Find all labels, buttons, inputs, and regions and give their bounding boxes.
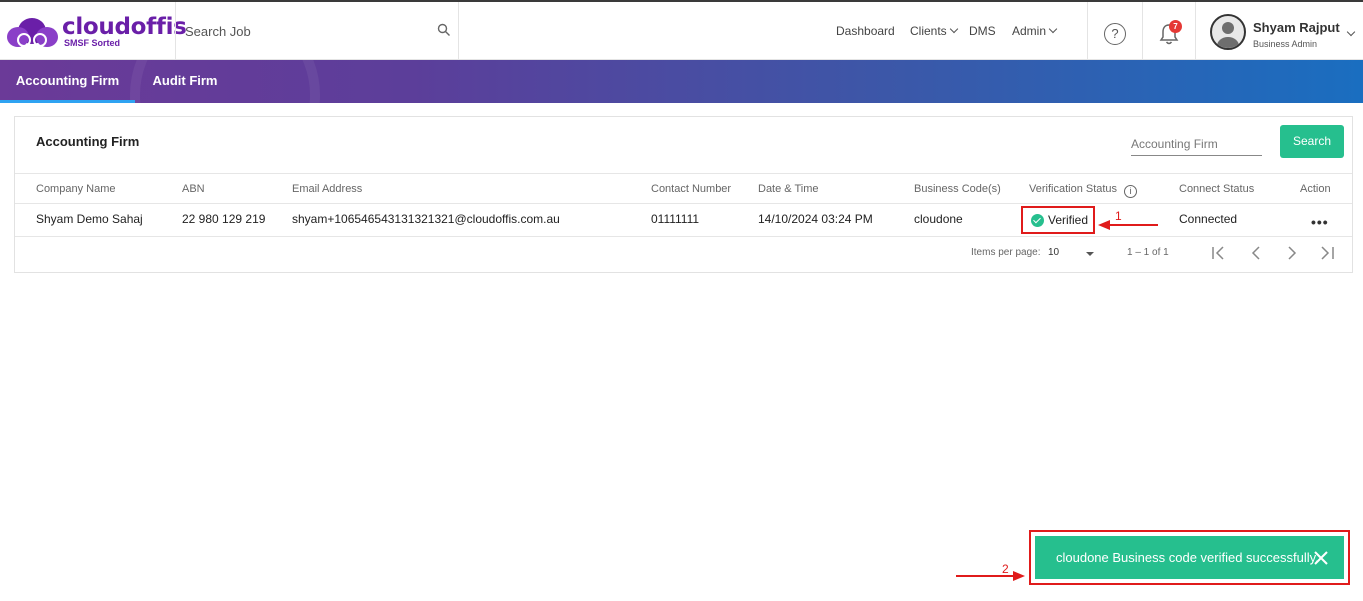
chevron-down-icon[interactable]	[1346, 27, 1356, 37]
annotation-marker-2: 2	[1002, 562, 1009, 576]
help-icon[interactable]: ?	[1104, 23, 1126, 45]
card-title: Accounting Firm	[36, 134, 140, 149]
cell-abn: 22 980 129 219	[182, 212, 266, 226]
chevron-down-icon	[949, 24, 958, 34]
nav-clients-label: Clients	[910, 24, 947, 38]
next-page-icon[interactable]	[1282, 245, 1302, 261]
col-contact-number[interactable]: Contact Number	[651, 183, 731, 195]
tab-accounting-firm[interactable]: Accounting Firm	[0, 60, 135, 103]
cell-email: shyam+106546543131321321@cloudoffis.com.…	[292, 212, 560, 226]
col-action: Action	[1300, 183, 1331, 195]
search-job-input[interactable]: Search Job	[185, 24, 251, 39]
info-icon[interactable]: i	[1124, 185, 1138, 198]
cloudoffis-logo[interactable]: cloudoffis SMSF Sorted	[6, 14, 187, 50]
nav-admin-label: Admin	[1012, 24, 1047, 38]
header-divider	[458, 2, 459, 60]
cell-business-code: cloudone	[914, 212, 963, 226]
cell-connect-status: Connected	[1179, 212, 1238, 226]
cell-datetime: 14/10/2024 03:24 PM	[758, 212, 873, 226]
col-date-time[interactable]: Date & Time	[758, 183, 819, 195]
chevron-down-icon	[1048, 24, 1058, 34]
notification-badge: 7	[1169, 20, 1182, 33]
col-verification-status-label: Verification Status	[1029, 183, 1118, 195]
cell-company: Shyam Demo Sahaj	[36, 212, 143, 226]
nav-dms[interactable]: DMS	[969, 24, 996, 38]
check-circle-icon	[1031, 214, 1044, 227]
last-page-icon[interactable]	[1317, 245, 1337, 261]
col-business-codes[interactable]: Business Code(s)	[914, 183, 1001, 195]
previous-page-icon[interactable]	[1246, 245, 1266, 261]
caret-down-icon[interactable]	[1086, 252, 1094, 256]
search-button[interactable]: Search	[1280, 125, 1344, 158]
items-per-page-select[interactable]: 10	[1048, 247, 1059, 258]
items-per-page-label: Items per page:	[971, 247, 1041, 258]
avatar[interactable]	[1210, 14, 1246, 50]
verified-status-highlight: Verified	[1021, 206, 1095, 234]
col-connect-status[interactable]: Connect Status	[1179, 183, 1254, 195]
accounting-firm-filter-input[interactable]: Accounting Firm	[1131, 135, 1262, 156]
more-actions-icon[interactable]: •••	[1311, 214, 1329, 230]
close-icon[interactable]	[1313, 550, 1329, 566]
header-divider	[1195, 2, 1196, 60]
logo-tagline: SMSF Sorted	[64, 38, 121, 48]
header-divider	[175, 2, 176, 60]
user-name[interactable]: Shyam Rajput	[1253, 20, 1340, 35]
col-verification-status[interactable]: Verification Status i	[1029, 183, 1138, 198]
verification-status-badge: Verified	[1048, 213, 1089, 227]
first-page-icon[interactable]	[1210, 245, 1230, 261]
top-header: cloudoffis SMSF Sorted Search Job Dashbo…	[0, 0, 1363, 60]
annotation-marker-1: 1	[1115, 209, 1122, 223]
table-header: Company Name ABN Email Address Contact N…	[15, 173, 1352, 204]
col-email-address[interactable]: Email Address	[292, 183, 362, 195]
cloud-logo-icon	[7, 18, 58, 47]
firm-tab-bar: Accounting Firm Audit Firm	[0, 60, 1363, 103]
accounting-firm-card: Accounting Firm Accounting Firm Search C…	[14, 116, 1353, 273]
logo-wordmark: cloudoffis	[62, 14, 187, 40]
annotation-arrow-2	[956, 571, 1025, 581]
header-divider	[1142, 2, 1143, 60]
tab-audit-firm[interactable]: Audit Firm	[135, 60, 235, 103]
page-range: 1 – 1 of 1	[1127, 247, 1169, 258]
annotation-arrow-1	[1098, 220, 1158, 230]
toast-message: cloudone Business code verified successf…	[1056, 550, 1319, 565]
user-role: Business Admin	[1253, 39, 1318, 49]
cell-contact: 01111111	[651, 212, 700, 226]
nav-admin[interactable]: Admin	[1012, 24, 1058, 38]
user-avatar-icon	[1217, 22, 1239, 48]
search-icon[interactable]	[437, 23, 451, 37]
nav-dashboard[interactable]: Dashboard	[836, 24, 895, 38]
success-toast: cloudone Business code verified successf…	[1035, 536, 1344, 579]
col-abn[interactable]: ABN	[182, 183, 205, 195]
header-divider	[1087, 2, 1088, 60]
nav-clients[interactable]: Clients	[910, 24, 958, 38]
col-company-name[interactable]: Company Name	[36, 183, 115, 195]
